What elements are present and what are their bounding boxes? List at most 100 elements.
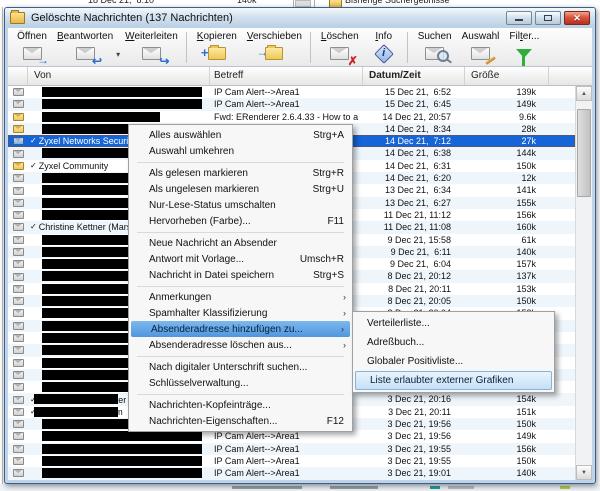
toolbar-öffnen[interactable]: Öffnen→ (12, 29, 52, 66)
column-header-blank-5[interactable] (549, 67, 592, 85)
menu-item-anmerkungen[interactable]: Anmerkungen› (129, 289, 352, 305)
menu-shortcut: Umsch+R (300, 254, 344, 265)
menu-item-label: Absenderadresse hinzufügen zu... (151, 324, 342, 335)
scrollbar-thumb[interactable] (577, 109, 591, 197)
menu-item-hervorheben-farbe[interactable]: Hervorheben (Farbe)...F11 (129, 213, 352, 229)
window-controls (503, 11, 590, 25)
redaction-bar (42, 444, 202, 454)
toolbar-label: Weiterleiten (125, 30, 178, 43)
datum-cell: 14 Dec 21, 6:31 (363, 160, 465, 172)
submenu-arrow-icon: › (343, 340, 346, 350)
background-window-bottom (0, 484, 600, 491)
scroll-up-button[interactable]: ▲ (576, 86, 592, 101)
toolbar-kopieren[interactable]: Kopieren+ (192, 29, 242, 66)
menu-item-nachricht-in-datei-speichern[interactable]: Nachricht in Datei speichernStrg+S (129, 267, 352, 283)
menu-item-spamhalter-klassifizierung[interactable]: Spamhalter Klassifizierung› (129, 305, 352, 321)
menu-item-nach-digitaler-unterschrift-suchen[interactable]: Nach digitaler Unterschrift suchen... (129, 359, 352, 375)
toolbar-beantworten[interactable]: Beantworten↩ (52, 29, 118, 66)
table-row[interactable]: IP Cam Alert-->Area13 Dec 21, 19:55156k (8, 443, 575, 455)
groesse-cell: 149k (465, 98, 549, 110)
groesse-cell: 140k (465, 467, 549, 479)
menu-item-liste-erlaubter-externer-grafiken[interactable]: Liste erlaubter externer Grafiken (355, 371, 552, 390)
table-row[interactable]: IP Cam Alert-->Area115 Dec 21, 6:52139k (8, 86, 575, 98)
message-icon (13, 174, 24, 182)
groesse-cell: 141k (465, 184, 549, 196)
menu-item-alles-auswählen[interactable]: Alles auswählenStrg+A (129, 127, 352, 143)
menu-item-als-gelesen-markieren[interactable]: Als gelesen markieren Strg+R (129, 165, 352, 181)
toolbar-löschen[interactable]: Löschen✗ (316, 29, 364, 66)
sender-name: Zyxel Networks Securit (39, 135, 131, 147)
menu-item-nachrichten-eigenschaften[interactable]: Nachrichten-Eigenschaften...F12 (129, 413, 352, 429)
menu-shortcut: Strg+R (313, 168, 344, 179)
message-icon (13, 445, 24, 453)
column-header-blank-0[interactable] (8, 67, 28, 85)
open-mail-icon: → (17, 43, 47, 64)
menu-item-antwort-mit-vorlage[interactable]: Antwort mit Vorlage...Umsch+R (129, 251, 352, 267)
datum-cell: 14 Dec 21, 6:20 (363, 172, 465, 184)
menu-item-label: Auswahl umkehren (149, 146, 344, 157)
toolbar-filter[interactable]: Filter... (504, 29, 544, 66)
message-icon (13, 396, 24, 404)
menu-item-verteilerliste[interactable]: Verteilerliste... (353, 314, 554, 333)
groesse-cell: 149k (465, 430, 549, 442)
close-button[interactable] (564, 11, 590, 25)
message-icon (13, 432, 24, 440)
toolbar-label: Beantworten (57, 30, 113, 43)
column-header-von[interactable]: Von (28, 67, 210, 85)
sender-name: Zyxel Community (39, 160, 109, 172)
message-icon (13, 383, 24, 391)
table-row[interactable]: IP Cam Alert-->Area13 Dec 21, 19:01140k (8, 467, 575, 479)
datum-cell: 14 Dec 21, 7:12 (363, 135, 465, 147)
menu-item-schlüsselverwaltung[interactable]: Schlüsselverwaltung... (129, 375, 352, 391)
table-row[interactable]: IP Cam Alert-->Area115 Dec 21, 6:45149k (8, 98, 575, 110)
menu-shortcut: Strg+S (313, 270, 344, 281)
datum-cell: 9 Dec 21, 6:04 (363, 258, 465, 270)
toolbar-auswahl[interactable]: Auswahl (457, 29, 505, 66)
scroll-down-button[interactable]: ▼ (576, 465, 592, 480)
groesse-cell: 61k (465, 234, 549, 246)
menu-item-absenderadresse-löschen-aus[interactable]: Absenderadresse löschen aus...› (129, 337, 352, 353)
column-header-betreff[interactable]: Betreff (210, 67, 363, 85)
table-row[interactable]: Fwd: ERenderer 2.6.4.33 - How to a14 Dec… (8, 111, 575, 123)
groesse-cell: 137k (465, 270, 549, 282)
menu-item-auswahl-umkehren[interactable]: Auswahl umkehren (129, 143, 352, 159)
toolbar-verschieben[interactable]: Verschieben→ (242, 29, 307, 66)
toolbar-label: Suchen (418, 30, 452, 43)
toolbar-suchen[interactable]: Suchen (413, 29, 457, 66)
menu-item-label: Als gelesen markieren (149, 168, 301, 179)
table-row[interactable]: IP Cam Alert-->Area13 Dec 21, 19:56149k (8, 430, 575, 442)
datum-cell: 14 Dec 21, 6:38 (363, 147, 465, 159)
datum-cell: 8 Dec 21, 20:12 (363, 270, 465, 282)
background-row-size: 140k (237, 0, 257, 5)
menu-item-absenderadresse-hinzufügen-zu[interactable]: Absenderadresse hinzufügen zu...› (131, 321, 350, 337)
table-row[interactable]: IP Cam Alert-->Area13 Dec 21, 19:55150k (8, 455, 575, 467)
groesse-cell: 156k (465, 443, 549, 455)
toolbar-info[interactable]: Infoi (364, 29, 404, 66)
toolbar-label: Kopieren (197, 30, 237, 43)
menu-item-globaler-positivliste[interactable]: Globaler Positivliste... (353, 352, 554, 371)
message-icon (13, 322, 24, 330)
groesse-cell: 28k (465, 123, 549, 135)
message-icon (13, 408, 24, 416)
menu-item-neue-nachricht-an-absender[interactable]: Neue Nachricht an Absender (129, 235, 352, 251)
betreff-cell: IP Cam Alert-->Area1 (210, 467, 363, 479)
menu-item-nachrichten-kopfeinträge[interactable]: Nachrichten-Kopfeinträge... (129, 397, 352, 413)
menu-item-nur-lese-status-umschalten[interactable]: Nur-Lese-Status umschalten (129, 197, 352, 213)
menu-item-adreßbuch[interactable]: Adreßbuch... (353, 333, 554, 352)
column-header-größe[interactable]: Größe (465, 67, 549, 85)
datum-cell: 13 Dec 21, 6:34 (363, 184, 465, 196)
menu-item-als-ungelesen-markieren[interactable]: Als ungelesen markierenStrg+U (129, 181, 352, 197)
toolbar: Öffnen→Beantworten↩▾Weiterleiten↪Kopiere… (8, 28, 592, 67)
title-bar[interactable]: Gelöschte Nachrichten (137 Nachrichten) (5, 8, 595, 28)
vertical-scrollbar[interactable]: ▲ ▼ (575, 86, 592, 480)
datum-cell: 3 Dec 21, 19:56 (363, 430, 465, 442)
menu-shortcut: F12 (327, 416, 344, 427)
toolbar-label: Öffnen (17, 30, 47, 43)
column-header-datum-zeit[interactable]: Datum/Zeit (363, 67, 465, 85)
maximize-button[interactable] (535, 11, 561, 25)
datum-cell: 3 Dec 21, 20:16 (363, 393, 465, 405)
minimize-button[interactable] (506, 11, 532, 25)
toolbar-weiterleiten[interactable]: Weiterleiten↪ (120, 29, 183, 66)
datum-cell: 11 Dec 21, 11:08 (363, 221, 465, 233)
datum-cell: 8 Dec 21, 20:05 (363, 295, 465, 307)
